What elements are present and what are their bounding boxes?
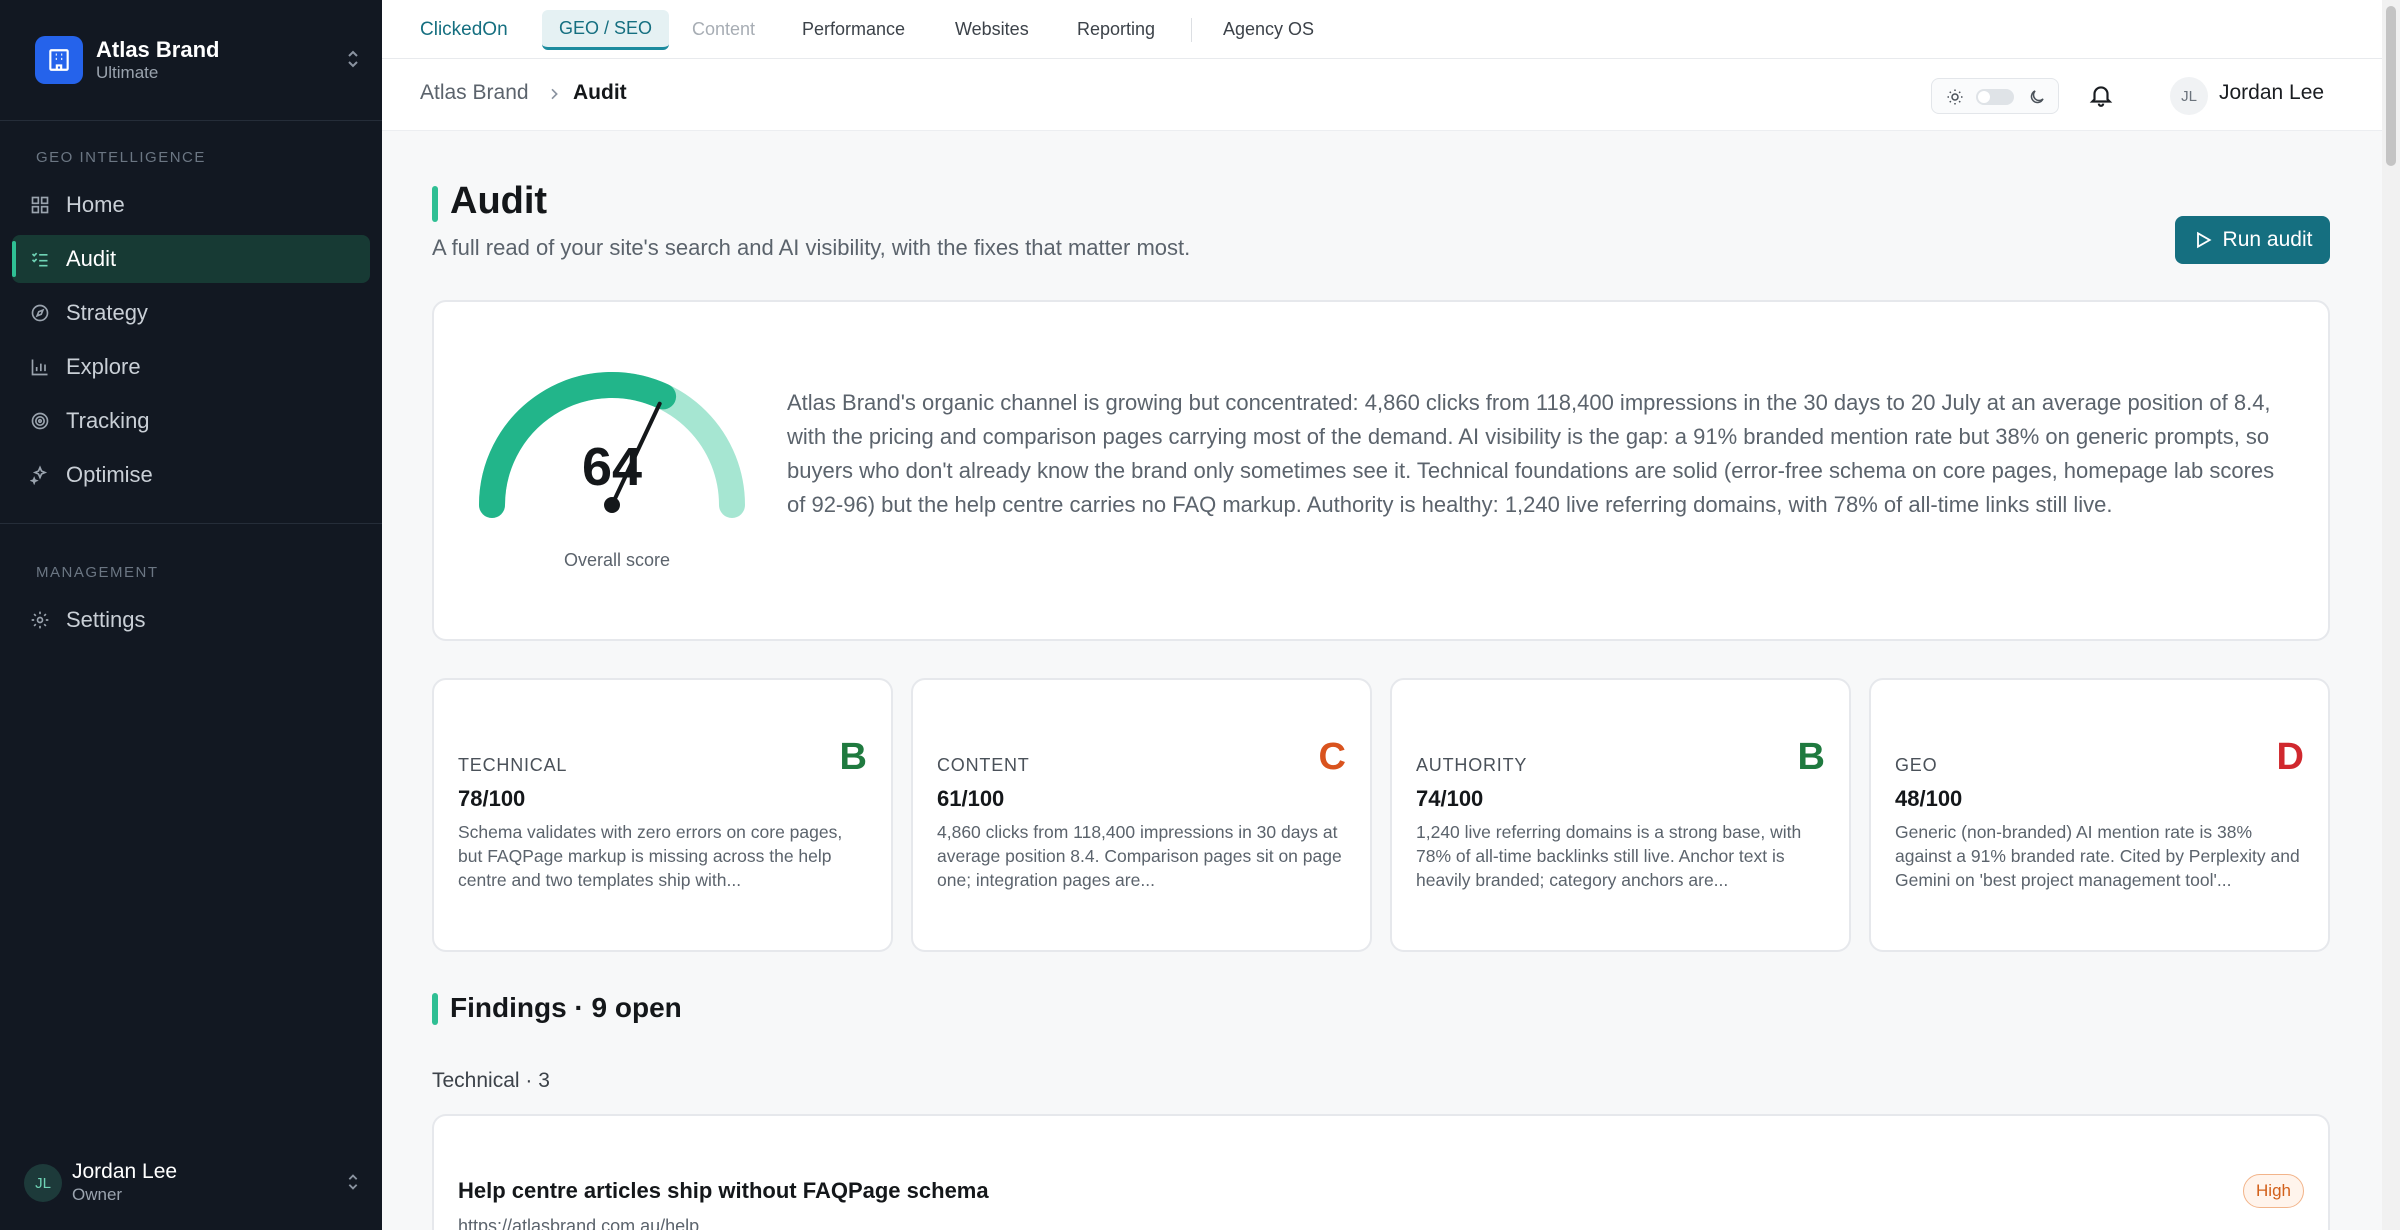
grade-badge: B bbox=[1797, 736, 1825, 778]
sidebar-item-label: Tracking bbox=[66, 408, 150, 433]
score-card-geo[interactable]: GEO D 48/100 Generic (non-branded) AI me… bbox=[1869, 678, 2330, 952]
sidebar-item-settings[interactable]: Settings bbox=[12, 596, 370, 644]
score-card-content[interactable]: CONTENT C 61/100 4,860 clicks from 118,4… bbox=[911, 678, 1372, 952]
scrollbar[interactable] bbox=[2382, 0, 2400, 1230]
brand-name: Atlas Brand bbox=[96, 37, 220, 62]
sidebar-item-strategy[interactable]: Strategy bbox=[12, 289, 370, 337]
sidebar-item-label: Settings bbox=[66, 607, 146, 632]
theme-toggle[interactable] bbox=[1931, 78, 2059, 114]
moon-icon bbox=[2030, 90, 2044, 104]
severity-badge: High bbox=[2243, 1174, 2304, 1208]
summary-text: Atlas Brand's organic channel is growing… bbox=[787, 390, 2275, 517]
page-title: Audit bbox=[450, 180, 548, 222]
score-label: Overall score bbox=[563, 550, 671, 570]
checklist-icon bbox=[29, 248, 51, 270]
score-card-text: 1,240 live referring domains is a strong… bbox=[1416, 822, 1802, 890]
tab-websites[interactable]: Websites bbox=[955, 0, 1029, 59]
score-card-value: 61/100 bbox=[937, 786, 1005, 811]
user-name: Jordan Lee bbox=[72, 1160, 178, 1183]
brand-switcher[interactable]: Atlas Brand Ultimate bbox=[35, 35, 365, 85]
finding-title: Help centre articles ship without FAQPag… bbox=[458, 1178, 989, 1203]
section-label-geo: GEO INTELLIGENCE bbox=[36, 149, 206, 166]
avatar[interactable]: JL bbox=[2170, 77, 2208, 115]
tab-reporting[interactable]: Reporting bbox=[1077, 0, 1155, 59]
breadcrumb-parent[interactable]: Atlas Brand bbox=[420, 81, 529, 105]
tab-clickedon[interactable]: ClickedOn bbox=[420, 0, 508, 59]
sidebar-item-optimise[interactable]: Optimise bbox=[12, 451, 370, 499]
divider bbox=[0, 120, 382, 121]
user-name[interactable]: Jordan Lee bbox=[2219, 81, 2324, 105]
grade-badge: D bbox=[2276, 736, 2304, 778]
toggle-knob bbox=[1978, 91, 1990, 103]
sidebar-item-label: Strategy bbox=[66, 300, 148, 325]
user-role: Owner bbox=[72, 1185, 123, 1204]
sun-icon bbox=[1947, 89, 1963, 105]
finding-card[interactable]: Help centre articles ship without FAQPag… bbox=[432, 1114, 2330, 1230]
tab-agency-os[interactable]: Agency OS bbox=[1223, 0, 1314, 59]
button-label: Run audit bbox=[2222, 228, 2313, 251]
grid-icon bbox=[29, 194, 51, 216]
tab-geo-seo[interactable]: GEO / SEO bbox=[542, 0, 670, 59]
divider bbox=[1191, 18, 1192, 42]
summary-card: 64 Overall score Atlas Brand's organic c… bbox=[432, 300, 2330, 641]
brand-plan: Ultimate bbox=[96, 63, 159, 82]
compass-icon bbox=[29, 302, 51, 324]
top-nav: ClickedOn GEO / SEO Content Performance … bbox=[382, 0, 2382, 59]
finding-url[interactable]: https://atlasbrand.com.au/help bbox=[458, 1216, 699, 1230]
findings-group-title: Technical · 3 bbox=[432, 1069, 550, 1092]
scrollbar-thumb[interactable] bbox=[2386, 6, 2396, 166]
building-icon bbox=[35, 36, 83, 84]
tab-performance[interactable]: Performance bbox=[802, 0, 905, 59]
chevrons-updown-icon[interactable] bbox=[342, 1171, 364, 1193]
sidebar-item-label: Home bbox=[66, 192, 125, 217]
grade-badge: B bbox=[839, 736, 867, 778]
chevron-right-icon bbox=[551, 88, 558, 100]
sidebar-item-label: Explore bbox=[66, 354, 141, 379]
score-card-label: TECHNICAL bbox=[458, 755, 568, 775]
gear-icon bbox=[29, 609, 51, 631]
title-accent bbox=[432, 186, 438, 222]
tab-content[interactable]: Content bbox=[692, 0, 755, 59]
score-card-label: CONTENT bbox=[937, 755, 1030, 775]
sidebar-item-audit[interactable]: Audit bbox=[12, 235, 370, 283]
grade-badge: C bbox=[1318, 736, 1346, 778]
score-card-value: 78/100 bbox=[458, 786, 526, 811]
tab-label: GEO / SEO bbox=[542, 9, 670, 50]
score-card-text: 4,860 clicks from 118,400 impressions in… bbox=[937, 822, 1342, 890]
sidebar-item-label: Audit bbox=[66, 246, 117, 271]
score-card-text: Schema validates with zero errors on cor… bbox=[458, 822, 843, 890]
score-card-value: 48/100 bbox=[1895, 786, 1963, 811]
sidebar-item-tracking[interactable]: Tracking bbox=[12, 397, 370, 445]
chevrons-updown-icon[interactable] bbox=[341, 47, 365, 71]
score-card-label: AUTHORITY bbox=[1416, 755, 1528, 775]
header-bar: Atlas Brand Audit JL Jordan Lee bbox=[382, 59, 2382, 131]
sidebar: Atlas Brand Ultimate GEO INTELLIGENCE Ho… bbox=[0, 0, 382, 1230]
sidebar-item-explore[interactable]: Explore bbox=[12, 343, 370, 391]
bell-icon[interactable] bbox=[2088, 81, 2114, 109]
bar-chart-icon bbox=[29, 356, 51, 378]
score-card-authority[interactable]: AUTHORITY B 74/100 1,240 live referring … bbox=[1390, 678, 1851, 952]
page-subtitle: A full read of your site's search and AI… bbox=[432, 235, 1191, 260]
play-icon bbox=[2196, 231, 2212, 249]
avatar: JL bbox=[24, 1164, 62, 1202]
score-gauge: 64 bbox=[479, 372, 745, 518]
user-menu[interactable]: JL Jordan Lee Owner bbox=[24, 1155, 364, 1211]
divider bbox=[0, 523, 382, 524]
score-card-label: GEO bbox=[1895, 755, 1938, 775]
gauge-hub bbox=[604, 497, 620, 513]
findings-title: Findings · 9 open bbox=[450, 992, 682, 1023]
section-label-management: MANAGEMENT bbox=[36, 564, 159, 581]
score-card-text: Generic (non-branded) AI mention rate is… bbox=[1895, 822, 2300, 890]
score-value: 64 bbox=[582, 437, 642, 497]
score-card-value: 74/100 bbox=[1416, 786, 1484, 811]
breadcrumb-current: Audit bbox=[573, 81, 627, 104]
run-audit-button[interactable]: Run audit bbox=[2175, 216, 2330, 264]
sidebar-item-label: Optimise bbox=[66, 462, 153, 487]
sparkles-icon bbox=[29, 464, 51, 486]
sidebar-item-home[interactable]: Home bbox=[12, 181, 370, 229]
target-icon bbox=[29, 410, 51, 432]
findings-accent bbox=[432, 993, 438, 1025]
score-card-technical[interactable]: TECHNICAL B 78/100 Schema validates with… bbox=[432, 678, 893, 952]
